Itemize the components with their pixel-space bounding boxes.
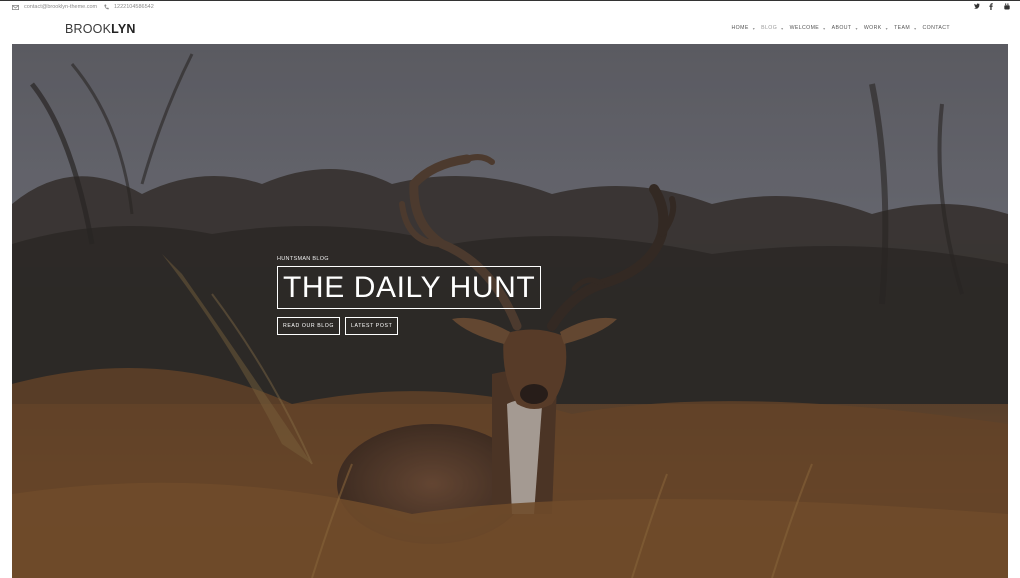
phone-contact[interactable]: 1222104586542 xyxy=(104,4,154,10)
brooklyn-logo[interactable]: BROOKLYN xyxy=(65,22,136,36)
envelope-icon xyxy=(12,4,19,10)
logo-bold-text: LYN xyxy=(111,22,136,36)
hero-title: THE DAILY HUNT xyxy=(283,271,536,304)
email-text[interactable]: contact@brooklyn-theme.com xyxy=(24,4,97,10)
facebook-icon[interactable] xyxy=(989,3,995,11)
nav-label[interactable]: TEAM xyxy=(890,25,914,31)
nav-item-team[interactable]: TEAM ▾ xyxy=(890,25,918,31)
social-links xyxy=(974,3,1010,11)
hero-content: HUNTSMAN BLOG THE DAILY HUNT READ OUR BL… xyxy=(277,256,542,335)
contact-bar: contact@brooklyn-theme.com 1222104586542 xyxy=(0,1,1020,14)
nav-item-work[interactable]: WORK ▾ xyxy=(860,25,890,31)
logo-light-text: BROOK xyxy=(65,22,112,36)
chevron-down-icon: ▾ xyxy=(781,25,784,31)
chevron-down-icon: ▾ xyxy=(752,25,756,31)
nav-label[interactable]: ABOUT xyxy=(828,25,856,31)
twitter-icon[interactable] xyxy=(974,3,980,10)
site-header: BROOKLYN HOME ▾ BLOG ▾ WELCOME ▾ ABOUT ▾ WOR… xyxy=(0,14,1020,44)
nav-label[interactable]: WORK xyxy=(860,25,886,31)
nav-label[interactable]: HOME xyxy=(728,25,753,31)
chevron-down-icon: ▾ xyxy=(823,25,826,31)
chevron-down-icon: ▾ xyxy=(885,25,889,31)
hero-eyebrow: HUNTSMAN BLOG xyxy=(277,256,329,262)
hero-buttons: READ OUR BLOG LATEST POST xyxy=(277,317,541,335)
nav-item-about[interactable]: ABOUT ▾ xyxy=(828,25,860,31)
read-our-blog-button[interactable]: READ OUR BLOG xyxy=(277,317,341,335)
phone-icon xyxy=(104,4,109,10)
nav-item-home[interactable]: HOME ▾ xyxy=(728,25,758,31)
latest-post-button[interactable]: LATEST POST xyxy=(345,317,399,335)
nav-label[interactable]: BLOG xyxy=(757,25,781,31)
nav-item-blog[interactable]: BLOG ▾ xyxy=(757,25,785,31)
youtube-icon[interactable] xyxy=(1004,3,1010,10)
email-contact[interactable]: contact@brooklyn-theme.com xyxy=(12,4,97,10)
nav-label[interactable]: CONTACT xyxy=(919,25,955,31)
chevron-down-icon: ▾ xyxy=(914,25,917,31)
phone-text[interactable]: 1222104586542 xyxy=(114,4,154,10)
chevron-down-icon: ▾ xyxy=(855,25,858,31)
main-nav: HOME ▾ BLOG ▾ WELCOME ▾ ABOUT ▾ WORK ▾ TEAM ▾ … xyxy=(728,25,954,31)
nav-item-welcome[interactable]: WELCOME ▾ xyxy=(786,25,828,31)
nav-label[interactable]: WELCOME xyxy=(786,25,824,31)
hero-title-box: THE DAILY HUNT xyxy=(277,266,542,309)
nav-item-contact[interactable]: CONTACT xyxy=(919,25,955,31)
hero-section: HUNTSMAN BLOG THE DAILY HUNT READ OUR BL… xyxy=(12,44,1008,578)
